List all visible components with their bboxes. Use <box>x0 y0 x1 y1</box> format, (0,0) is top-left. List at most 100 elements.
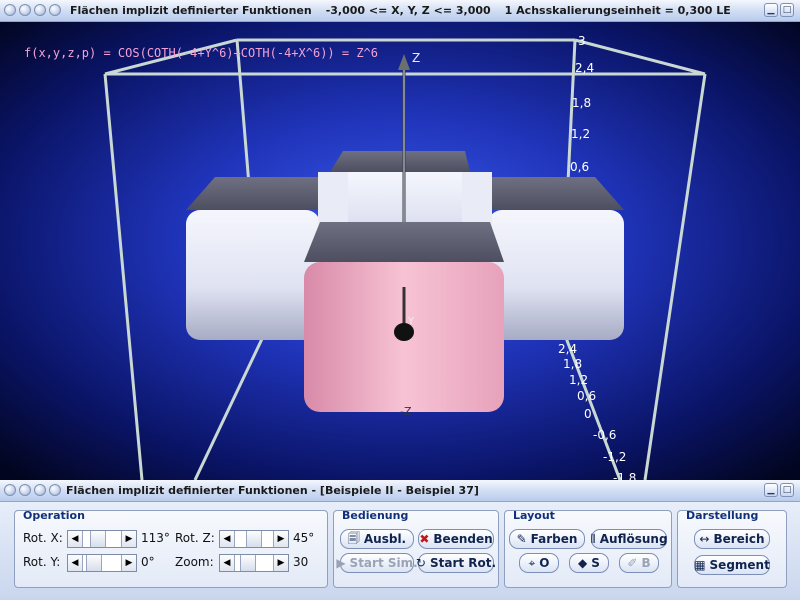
bereich-label: Bereich <box>713 532 765 546</box>
slider-right-arrow-icon[interactable]: ▶ <box>121 555 136 571</box>
start-sim-button[interactable]: ▶ Start Sim. <box>336 553 418 573</box>
start-rot-button[interactable]: ↻ Start Rot. <box>415 553 497 573</box>
y-axis-label: Y <box>407 316 415 327</box>
layout-label: Layout <box>513 509 555 522</box>
top-window-title: Flächen implizit definierter Funktionen … <box>70 4 731 17</box>
slider-right-arrow-icon[interactable]: ▶ <box>273 555 288 571</box>
aufloesung-button[interactable]: ⦀ Auflösung <box>590 529 668 549</box>
top-range-text: -3,000 <= X, Y, Z <= 3,000 <box>325 4 491 17</box>
slider-thumb[interactable] <box>246 531 262 547</box>
b-button[interactable]: ✐ B <box>619 553 659 573</box>
segment-button[interactable]: ▦ Segment <box>694 555 770 575</box>
window-dot-2-icon[interactable] <box>19 484 31 496</box>
slider-left-arrow-icon[interactable]: ◀ <box>68 555 83 571</box>
paint-brush-icon: ✎ <box>516 532 527 546</box>
rot-y-slider[interactable]: ◀ ▶ <box>67 554 137 572</box>
eraser-icon: ✐ <box>627 556 638 570</box>
operation-label: Operation <box>23 509 85 522</box>
farben-button[interactable]: ✎ Farben <box>509 529 585 549</box>
ausbl-button[interactable]: 🗐 Ausbl. <box>340 529 414 549</box>
tick-label: 0,6 <box>570 160 589 174</box>
close-icon: ✖ <box>419 532 430 546</box>
window-control-dots[interactable] <box>4 4 61 16</box>
table-icon: ▦ <box>694 558 706 572</box>
tick-label: 1,8 <box>572 96 591 110</box>
rotate-icon: ↻ <box>415 556 426 570</box>
surface-back-top <box>330 151 470 172</box>
range-arrows-icon: ↔ <box>699 532 710 546</box>
minimize-icon[interactable]: ▁ <box>764 483 778 497</box>
window-control-dots-bottom[interactable] <box>4 484 61 496</box>
bottom-window-title: Flächen implizit definierter Funktionen … <box>66 484 479 497</box>
rot-z-label: Rot. Z: <box>175 531 215 545</box>
rot-x-slider[interactable]: ◀ ▶ <box>67 530 137 548</box>
rot-z-slider[interactable]: ◀ ▶ <box>219 530 289 548</box>
start-sim-label: Start Sim. <box>349 556 418 570</box>
tick-label: 0,6 <box>577 389 596 403</box>
segment-label: Segment <box>709 558 770 572</box>
slider-thumb[interactable] <box>86 555 102 571</box>
zoom-slider[interactable]: ◀ ▶ <box>219 554 289 572</box>
tick-label: 0 <box>584 407 592 421</box>
hide-icon: 🗐 <box>347 530 360 545</box>
zoom-value: 30 <box>293 555 309 569</box>
z-axis-label: Z <box>412 51 420 65</box>
slider-left-arrow-icon[interactable]: ◀ <box>68 531 83 547</box>
bedienung-group: Bedienung 🗐 Ausbl. ✖ Beenden ▶ Start Sim. ↻… <box>333 509 499 588</box>
slider-left-arrow-icon[interactable]: ◀ <box>220 555 235 571</box>
start-rot-label: Start Rot. <box>429 556 497 570</box>
surface-front-top <box>304 222 504 262</box>
tick-label: -1,2 <box>603 450 626 464</box>
rot-y-label: Rot. Y: <box>23 555 61 569</box>
slider-right-arrow-icon[interactable]: ▶ <box>273 531 288 547</box>
rot-x-value: 113° <box>141 531 170 545</box>
window-dot-4-icon[interactable] <box>49 4 61 16</box>
control-panel: Operation Rot. X: ◀ ▶ 113° Rot. Z: ◀ ▶ 4… <box>0 502 800 600</box>
bereich-button[interactable]: ↔ Bereich <box>694 529 770 549</box>
slider-left-arrow-icon[interactable]: ◀ <box>220 531 235 547</box>
maximize-icon[interactable]: □ <box>780 3 794 17</box>
3d-scene-canvas[interactable]: f(x,y,z,p) = COS(COTH(-4+Y^6)+COTH(-4+X^… <box>0 22 800 480</box>
window-dot-1-icon[interactable] <box>4 4 16 16</box>
tick-label: 1,2 <box>569 373 588 387</box>
neg-z-axis-label: -Z <box>400 405 412 418</box>
top-scale-text: 1 Achsskalierungseinheit = 0,300 LE <box>504 4 731 17</box>
tick-label: 1,2 <box>571 127 590 141</box>
top-title-text: Flächen implizit definierter Funktionen <box>70 4 312 17</box>
formula-label: f(x,y,z,p) = COS(COTH(-4+Y^6)+COTH(-4+X^… <box>24 46 378 60</box>
s-label: S <box>591 556 600 570</box>
origin-button[interactable]: ⌖ O <box>519 553 559 573</box>
maximize-icon[interactable]: □ <box>780 483 794 497</box>
slider-thumb[interactable] <box>90 531 106 547</box>
ausbl-label: Ausbl. <box>363 532 407 546</box>
window-dot-2-icon[interactable] <box>19 4 31 16</box>
slider-right-arrow-icon[interactable]: ▶ <box>121 531 136 547</box>
window-dot-1-icon[interactable] <box>4 484 16 496</box>
rot-x-label: Rot. X: <box>23 531 63 545</box>
beenden-label: Beenden <box>433 532 493 546</box>
window-dot-3-icon[interactable] <box>34 484 46 496</box>
tick-label: 3 <box>578 34 586 48</box>
window-dot-4-icon[interactable] <box>49 484 61 496</box>
top-title-bar[interactable]: Flächen implizit definierter Funktionen … <box>0 0 800 22</box>
play-icon: ▶ <box>336 556 346 570</box>
slider-thumb[interactable] <box>240 555 256 571</box>
tick-label: -1,8 <box>613 471 636 480</box>
tick-label: 2,4 <box>575 61 594 75</box>
origin-label: O <box>539 556 550 570</box>
minimize-icon[interactable]: ▁ <box>764 3 778 17</box>
surface-right-arm <box>488 210 624 340</box>
beenden-button[interactable]: ✖ Beenden <box>418 529 494 549</box>
s-button[interactable]: ◆ S <box>569 553 609 573</box>
bottom-title-bar[interactable]: Flächen implizit definierter Funktionen … <box>0 480 800 502</box>
bedienung-label: Bedienung <box>342 509 409 522</box>
operation-group: Operation Rot. X: ◀ ▶ 113° Rot. Z: ◀ ▶ 4… <box>14 509 328 588</box>
bottom-title-text: Flächen implizit definierter Funktionen … <box>66 484 479 497</box>
crosshair-icon: ⌖ <box>528 555 536 570</box>
b-label: B <box>641 556 651 570</box>
aufloesung-label: Auflösung <box>599 532 668 546</box>
window-dot-3-icon[interactable] <box>34 4 46 16</box>
layout-group: Layout ✎ Farben ⦀ Auflösung ⌖ O ◆ S ✐ B <box>504 509 672 588</box>
tick-label: -0,6 <box>593 428 616 442</box>
rot-z-value: 45° <box>293 531 315 545</box>
